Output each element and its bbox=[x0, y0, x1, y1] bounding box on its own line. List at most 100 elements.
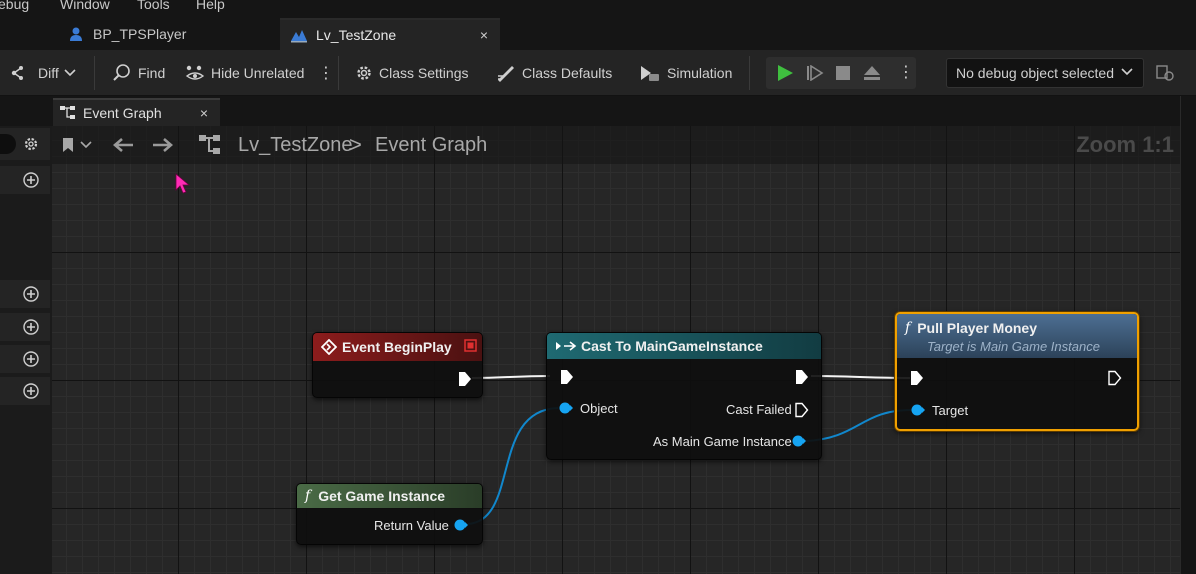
node-title: Cast To MainGameInstance bbox=[581, 338, 763, 354]
right-scroll-strip[interactable] bbox=[1180, 96, 1196, 574]
object-out-pin[interactable] bbox=[792, 435, 806, 447]
add-circle-icon[interactable] bbox=[22, 318, 40, 336]
simulation-icon bbox=[641, 66, 659, 81]
exec-in-pin[interactable] bbox=[909, 370, 925, 386]
breadcrumb-current[interactable]: Event Graph bbox=[375, 126, 487, 164]
simulation-label: Simulation bbox=[667, 65, 733, 81]
chevron-down-icon bbox=[64, 69, 76, 77]
return-value-pin[interactable] bbox=[454, 519, 468, 531]
panel-section-variables bbox=[0, 345, 50, 373]
find-button[interactable]: Find bbox=[112, 50, 165, 96]
close-icon[interactable]: × bbox=[200, 105, 208, 121]
class-defaults-label: Class Defaults bbox=[522, 65, 613, 81]
more-options-icon[interactable]: ⋮ bbox=[318, 50, 334, 96]
node-event-beginplay[interactable]: Event BeginPlay bbox=[312, 332, 483, 398]
play-controls: ⋮ bbox=[766, 57, 916, 89]
event-icon bbox=[321, 339, 337, 355]
breadcrumb-separator: > bbox=[349, 132, 362, 157]
panel-section-functions bbox=[0, 280, 50, 308]
cast-icon bbox=[556, 341, 577, 351]
panel-search-row bbox=[0, 128, 50, 160]
player-blueprint-icon bbox=[67, 25, 85, 43]
graph-type-icon bbox=[198, 126, 222, 164]
hide-unrelated-button[interactable]: Hide Unrelated bbox=[185, 50, 304, 96]
class-defaults-button[interactable]: Class Defaults bbox=[496, 50, 612, 96]
find-label: Find bbox=[138, 65, 166, 81]
diff-label: Diff bbox=[38, 65, 59, 81]
panel-search-input[interactable] bbox=[0, 134, 16, 154]
menu-item-window[interactable]: Window bbox=[60, 0, 110, 12]
debug-object-select[interactable]: No debug object selected bbox=[946, 58, 1144, 88]
function-icon: f bbox=[305, 488, 311, 504]
menu-item-help[interactable]: Help bbox=[196, 0, 225, 12]
graph-breadcrumb-bar: Lv_TestZone > Event Graph Zoom 1:1 bbox=[52, 126, 1180, 164]
exec-out-pin-hollow[interactable] bbox=[794, 402, 810, 418]
pin-label-cast-failed: Cast Failed bbox=[726, 402, 792, 417]
arrow-left-icon bbox=[113, 138, 133, 152]
document-tab-bar: Event Graph × bbox=[0, 96, 1196, 126]
bookmark-button[interactable] bbox=[62, 126, 92, 164]
back-button[interactable] bbox=[112, 126, 134, 164]
simulation-button[interactable]: Simulation bbox=[639, 50, 732, 96]
panel-section-dispatchers bbox=[0, 377, 50, 405]
menu-item-tools[interactable]: Tools bbox=[137, 0, 170, 12]
tab-label: Lv_TestZone bbox=[316, 27, 397, 43]
node-title: Pull Player Money bbox=[917, 320, 1038, 336]
eject-icon[interactable] bbox=[863, 65, 881, 81]
node-pull-player-money[interactable]: f Pull Player Money Target is Main Game … bbox=[895, 312, 1139, 431]
exec-in-pin[interactable] bbox=[559, 369, 575, 385]
debug-filter-icon[interactable] bbox=[1155, 64, 1175, 82]
pin-label-as-main-game-instance: As Main Game Instance bbox=[653, 434, 792, 449]
tab-label: Event Graph bbox=[83, 105, 162, 121]
mouse-cursor-icon bbox=[175, 173, 191, 194]
add-circle-icon[interactable] bbox=[22, 171, 40, 189]
tab-event-graph[interactable]: Event Graph × bbox=[53, 98, 220, 126]
function-icon: f bbox=[905, 320, 911, 336]
node-header: Cast To MainGameInstance bbox=[547, 333, 821, 359]
node-cast-to-maingameinstance[interactable]: Cast To MainGameInstance Object Cast Fai… bbox=[546, 332, 822, 460]
node-header: f Get Game Instance bbox=[297, 484, 482, 508]
target-pin[interactable] bbox=[911, 404, 925, 416]
panel-section-macros bbox=[0, 313, 50, 341]
panel-section-graphs bbox=[0, 166, 50, 194]
tab-lv-testzone[interactable]: Lv_TestZone × bbox=[280, 18, 500, 50]
exec-out-pin[interactable] bbox=[457, 371, 473, 387]
menu-item-debug[interactable]: ebug bbox=[0, 0, 29, 12]
node-subtitle: Target is Main Game Instance bbox=[927, 339, 1100, 354]
class-defaults-icon bbox=[498, 66, 514, 82]
diff-button[interactable]: Diff bbox=[10, 50, 82, 96]
hide-unrelated-icon bbox=[185, 65, 205, 80]
add-circle-icon[interactable] bbox=[22, 350, 40, 368]
class-settings-label: Class Settings bbox=[379, 65, 469, 81]
more-options-icon[interactable]: ⋮ bbox=[898, 62, 914, 82]
stop-icon[interactable] bbox=[836, 66, 850, 80]
exec-out-pin-hollow[interactable] bbox=[1107, 370, 1123, 386]
zoom-level: Zoom 1:1 bbox=[1076, 132, 1174, 157]
chevron-down-icon bbox=[80, 141, 92, 149]
breadcrumb-root[interactable]: Lv_TestZone bbox=[238, 126, 353, 164]
forward-button[interactable] bbox=[152, 126, 174, 164]
class-settings-button[interactable]: Class Settings bbox=[355, 50, 468, 96]
gear-icon[interactable] bbox=[23, 136, 39, 152]
chevron-down-icon bbox=[1121, 68, 1133, 76]
bookmark-icon bbox=[63, 138, 73, 152]
gear-icon bbox=[357, 66, 371, 80]
node-title: Event BeginPlay bbox=[342, 339, 452, 355]
blueprint-toolbar: Diff Find Hide Unrelated ⋮ Class Setting… bbox=[0, 50, 1196, 96]
tab-bp-tpsplayer[interactable]: BP_TPSPlayer bbox=[57, 18, 277, 50]
object-pin[interactable] bbox=[559, 402, 573, 414]
add-circle-icon[interactable] bbox=[22, 285, 40, 303]
pin-label-return-value: Return Value bbox=[374, 518, 449, 533]
tab-label: BP_TPSPlayer bbox=[93, 26, 187, 42]
my-blueprint-panel bbox=[0, 126, 52, 574]
add-circle-icon[interactable] bbox=[22, 382, 40, 400]
node-title: Get Game Instance bbox=[318, 488, 446, 504]
delegate-pin-icon[interactable] bbox=[464, 339, 477, 352]
find-icon bbox=[113, 64, 130, 81]
menu-bar: ebug Window Tools Help bbox=[0, 0, 1196, 14]
node-get-game-instance[interactable]: f Get Game Instance Return Value bbox=[296, 483, 483, 545]
close-icon[interactable]: × bbox=[480, 27, 488, 43]
exec-out-pin[interactable] bbox=[794, 369, 810, 385]
step-icon[interactable] bbox=[806, 65, 824, 81]
play-icon[interactable] bbox=[776, 64, 794, 82]
